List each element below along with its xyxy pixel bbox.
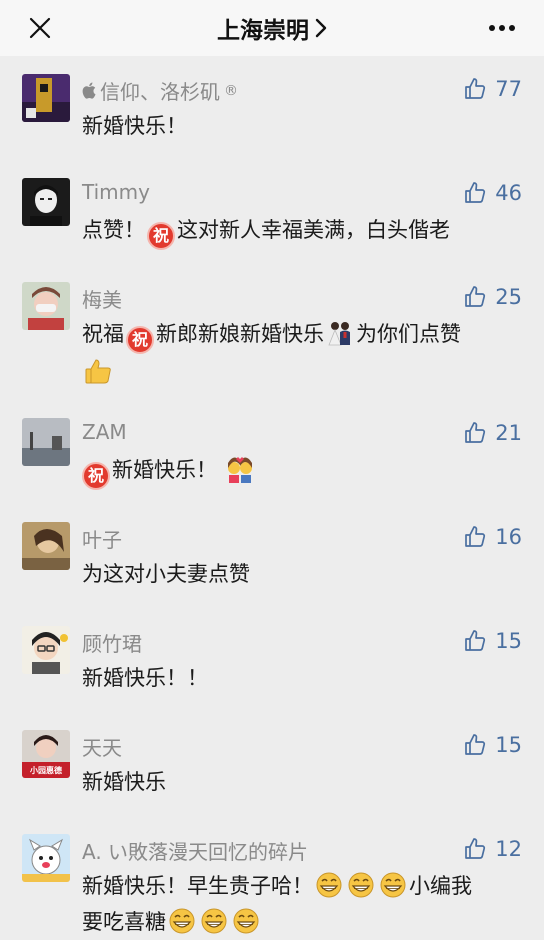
avatar[interactable] bbox=[22, 522, 70, 570]
avatar-image bbox=[22, 522, 70, 570]
couple-emoji bbox=[328, 322, 350, 346]
comment-text: 新婚快乐！早生贵子哈！ 小编我要吃喜糖 bbox=[82, 868, 522, 940]
commenter-name[interactable]: 叶子 bbox=[82, 524, 122, 553]
avatar[interactable] bbox=[22, 178, 70, 226]
avatar[interactable] bbox=[22, 282, 70, 330]
thumb-up-icon bbox=[465, 526, 486, 547]
comment-text: 新婚快乐 bbox=[82, 770, 166, 794]
avatar[interactable]: 小园惠德 bbox=[22, 730, 70, 778]
comment-text-part: 为你们点赞 bbox=[356, 322, 461, 346]
avatar[interactable] bbox=[22, 74, 70, 122]
like-button[interactable]: 15 bbox=[463, 626, 522, 656]
comment-text: 祝新婚快乐！ bbox=[82, 452, 522, 490]
page-title[interactable]: 上海崇明 bbox=[0, 10, 544, 46]
comment-text: 为这对小夫妻点赞 bbox=[82, 562, 250, 586]
grin-emoji bbox=[316, 872, 342, 898]
commenter-name[interactable]: Timmy bbox=[82, 180, 150, 204]
grin-emoji bbox=[380, 872, 406, 898]
avatar-image: 小园惠德 bbox=[22, 730, 70, 778]
comment-text-part: 新郎新娘新婚快乐 bbox=[156, 322, 324, 346]
page-title-text: 上海崇明 bbox=[217, 18, 309, 44]
comment-text-part: 新婚快乐！ bbox=[112, 458, 217, 482]
zhu-badge-icon: 祝 bbox=[82, 462, 110, 490]
avatar-image bbox=[22, 418, 70, 466]
like-button[interactable]: 12 bbox=[463, 834, 522, 864]
nav-bar: 上海崇明 bbox=[0, 0, 544, 56]
thumb-up-icon bbox=[465, 734, 486, 755]
commenter-name-text: 信仰、洛杉矶 bbox=[100, 80, 220, 104]
like-button[interactable]: 15 bbox=[463, 730, 522, 760]
avatar-image bbox=[22, 834, 70, 882]
comment-text-part: 点赞！ bbox=[82, 218, 145, 242]
avatar[interactable] bbox=[22, 626, 70, 674]
kissing-couple-emoji bbox=[227, 457, 252, 483]
commenter-name[interactable]: 天天 bbox=[82, 732, 122, 761]
more-button[interactable] bbox=[484, 10, 520, 46]
avatar-caption: 小园惠德 bbox=[29, 765, 62, 775]
comment-text: 新婚快乐！！ bbox=[82, 666, 208, 690]
grin-emoji bbox=[169, 908, 195, 934]
like-count: 16 bbox=[495, 525, 522, 549]
commenter-name[interactable]: ZAM bbox=[82, 420, 127, 444]
comment-text: 新婚快乐！ bbox=[82, 114, 187, 138]
like-count: 77 bbox=[495, 77, 522, 101]
comment-text-part: 祝福 bbox=[82, 322, 124, 346]
grin-emoji bbox=[348, 872, 374, 898]
thumb-up-icon bbox=[465, 838, 486, 859]
commenter-name[interactable]: 梅美 bbox=[82, 284, 122, 313]
chevron-right-icon bbox=[315, 18, 327, 38]
avatar-image bbox=[22, 282, 70, 330]
avatar-image bbox=[22, 626, 70, 674]
thumb-up-icon bbox=[465, 422, 486, 443]
avatar-image bbox=[22, 178, 70, 226]
like-count: 46 bbox=[495, 181, 522, 205]
comment-text-part: 新婚快乐！早生贵子哈！ bbox=[82, 874, 313, 898]
registered-mark: ® bbox=[224, 82, 238, 99]
commenter-name[interactable]: A. い敗落漫天回忆的碎片 bbox=[82, 836, 308, 865]
zhu-badge-icon: 祝 bbox=[126, 326, 154, 354]
thumb-up-icon bbox=[465, 630, 486, 651]
thumb-up-icon bbox=[465, 78, 486, 99]
comment-text-part: 要吃喜糖 bbox=[82, 910, 166, 934]
like-count: 15 bbox=[495, 629, 522, 653]
like-count: 21 bbox=[495, 421, 522, 445]
avatar[interactable] bbox=[22, 834, 70, 882]
like-button[interactable]: 21 bbox=[463, 418, 522, 448]
thumb-up-icon bbox=[465, 182, 486, 203]
thumbs-up-emoji bbox=[85, 359, 111, 384]
like-button[interactable]: 77 bbox=[463, 74, 522, 104]
like-button[interactable]: 25 bbox=[463, 282, 522, 312]
grin-emoji bbox=[233, 908, 259, 934]
like-button[interactable]: 16 bbox=[463, 522, 522, 552]
comment-text: 点赞！祝这对新人幸福美满，白头偕老 bbox=[82, 212, 522, 250]
avatar[interactable] bbox=[22, 418, 70, 466]
grin-emoji bbox=[201, 908, 227, 934]
commenter-name[interactable]: 信仰、洛杉矶 ® bbox=[82, 76, 238, 105]
like-button[interactable]: 46 bbox=[463, 178, 522, 208]
apple-icon bbox=[82, 82, 96, 99]
avatar-image bbox=[22, 74, 70, 122]
comment-text: 祝福祝新郎新娘新婚快乐 为你们点赞 bbox=[82, 316, 522, 390]
like-count: 25 bbox=[495, 285, 522, 309]
comment-text-part: 这对新人幸福美满，白头偕老 bbox=[177, 218, 450, 242]
zhu-badge-icon: 祝 bbox=[147, 222, 175, 250]
commenter-name[interactable]: 顾竹珺 bbox=[82, 628, 142, 657]
like-count: 15 bbox=[495, 733, 522, 757]
thumb-up-icon bbox=[465, 286, 486, 307]
more-icon bbox=[489, 25, 515, 31]
like-count: 12 bbox=[495, 837, 522, 861]
comment-text-part: 小编我 bbox=[409, 874, 472, 898]
